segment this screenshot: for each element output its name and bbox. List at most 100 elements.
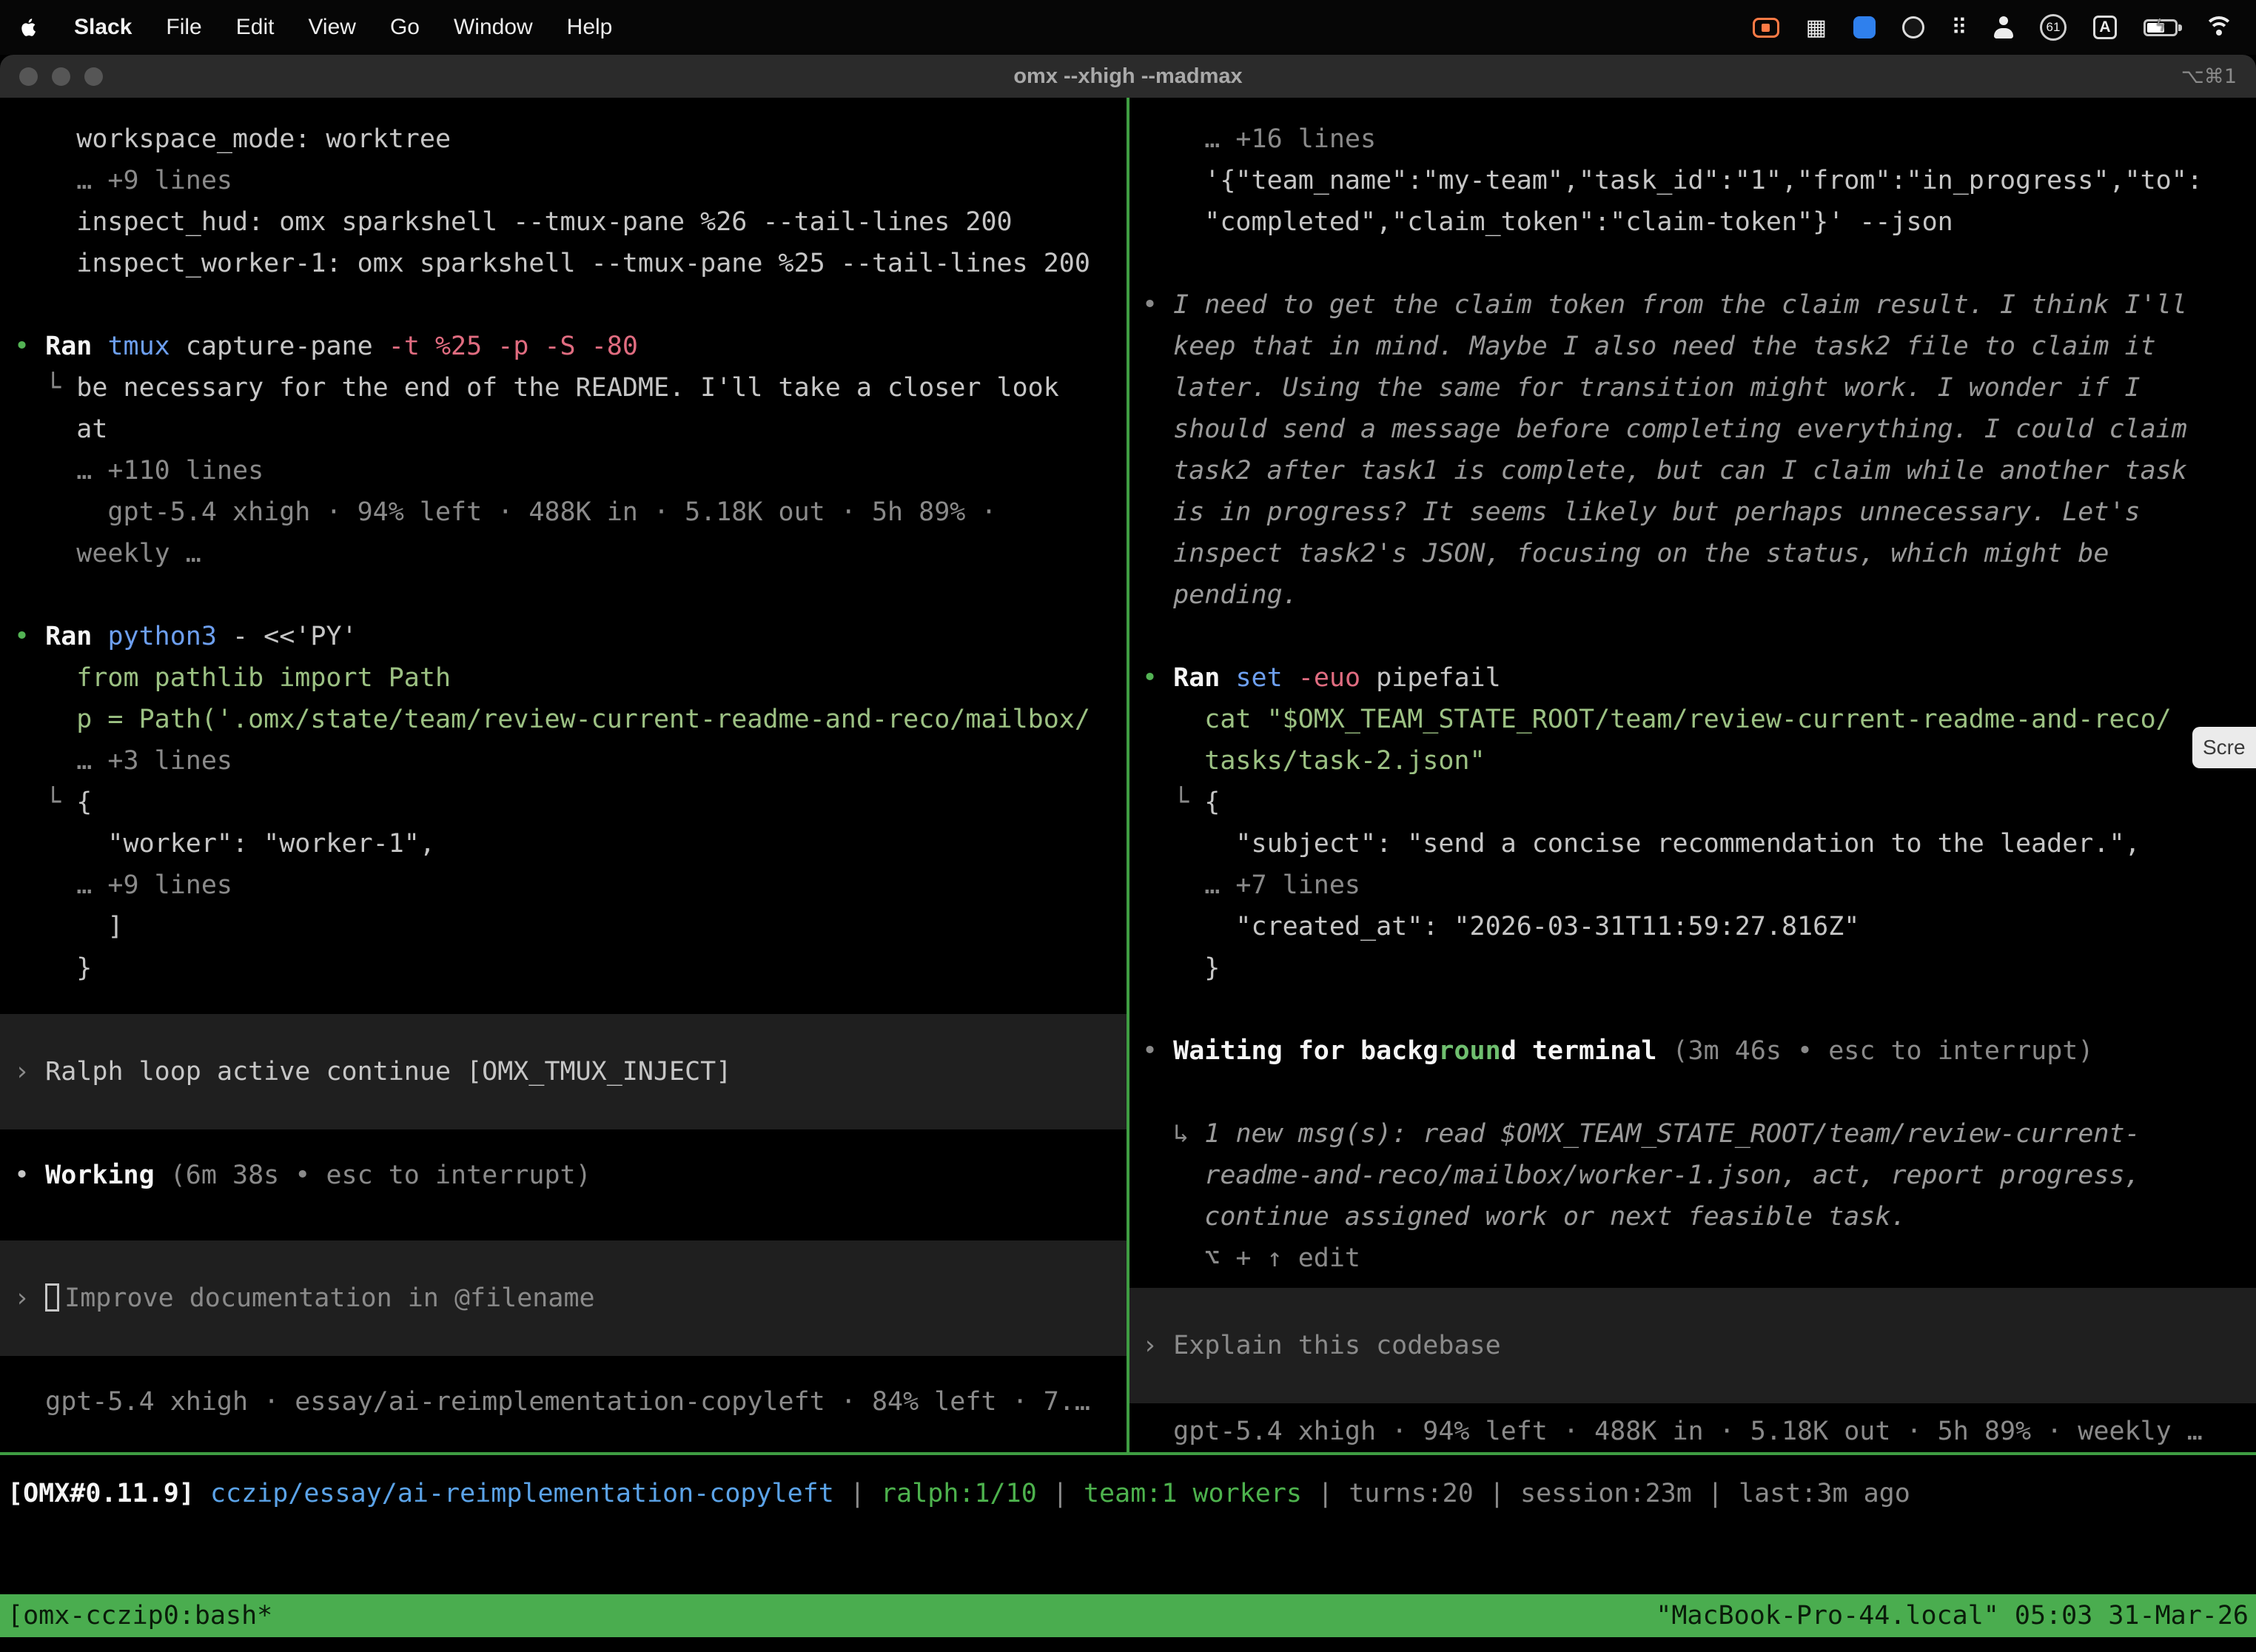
blue-app-icon[interactable] (1853, 16, 1876, 38)
waiting-status: • Waiting for background terminal (3m 46… (1142, 1030, 2256, 1072)
terminal-line: • I need to get the claim token from the… (1142, 284, 2256, 326)
text-segment: Ralph loop active continue [OMX_TMUX_INJ… (45, 1057, 731, 1087)
menu-view[interactable]: View (308, 15, 355, 40)
terminal-line: • Ran set -euo pipefail (1142, 657, 2256, 699)
terminal-line: inspect_worker-1: omx sparkshell --tmux-… (14, 243, 1127, 284)
text-cursor (45, 1283, 59, 1312)
terminal-line: └ be necessary for the end of the README… (14, 367, 1127, 409)
terminal-line: continue assigned work or next feasible … (1142, 1196, 2256, 1238)
text-segment: } (14, 953, 92, 983)
text-segment: should send a message before completing … (1142, 414, 2187, 444)
terminal-line: ] (14, 906, 1127, 947)
terminal-line: ⌥ + ↑ edit (1142, 1238, 2256, 1279)
text-segment: … +3 lines (14, 746, 232, 776)
terminal-line: from pathlib import Path (14, 657, 1127, 699)
person-head (1999, 16, 2008, 25)
terminal-line: … +9 lines (14, 864, 1127, 906)
text-segment: from pathlib import Path (14, 663, 451, 693)
dots-grid-icon[interactable]: ⠿ (1951, 15, 1967, 41)
ralph-loop-banner: › Ralph loop active continue [OMX_TMUX_I… (0, 1014, 1127, 1129)
apple-menu-icon[interactable] (18, 16, 40, 38)
menu-window[interactable]: Window (454, 15, 533, 40)
right-pane[interactable]: … +16 lines '{"team_name":"my-team","tas… (1129, 98, 2256, 1452)
text-segment: later. Using the same for transition mig… (1142, 373, 2141, 403)
omx-status-line: [OMX#0.11.9] cczip/essay/ai-reimplementa… (7, 1473, 2256, 1514)
text-segment: › (14, 1057, 45, 1087)
battery-icon[interactable]: ϟ (2143, 19, 2178, 36)
text-segment: ralph:1/10 (881, 1479, 1037, 1508)
text-segment: Explain this codebase (1173, 1331, 1501, 1360)
text-segment: I need to get the claim token from the c… (1173, 290, 2187, 320)
menu-bar: Slack File Edit View Go Window Help ▦ ⠿ … (0, 0, 2256, 55)
pane-status-line: gpt-5.4 xhigh · essay/ai-reimplementatio… (14, 1381, 1127, 1423)
text-segment: • (1142, 663, 1173, 693)
left-pane[interactable]: workspace_mode: worktree … +9 lines insp… (0, 98, 1127, 1452)
text-segment: weekly … (14, 539, 201, 568)
person-icon[interactable] (1994, 16, 2013, 38)
terminal-line: └ { (14, 782, 1127, 823)
blank-line (1142, 989, 2256, 1030)
text-segment (195, 1479, 210, 1508)
text-segment: • (1142, 1036, 1173, 1066)
terminal-content: workspace_mode: worktree … +9 lines insp… (0, 98, 2256, 1452)
screen-recording-icon[interactable] (1753, 18, 1779, 38)
composer-input[interactable]: › Explain this codebase (1129, 1288, 2256, 1403)
text-segment: be necessary for the end of the README. … (76, 373, 1059, 403)
omx-status-line-text: [OMX#0.11.9] cczip/essay/ai-reimplementa… (7, 1473, 2256, 1514)
app-menu-slack[interactable]: Slack (74, 15, 132, 40)
tmux-session-label[interactable]: [omx-cczip0:bash* (7, 1601, 272, 1631)
text-segment: pipefail (1360, 663, 1501, 693)
close-button[interactable] (19, 67, 38, 86)
text-segment: [OMX#0.11.9] (7, 1479, 195, 1508)
window-title-bar[interactable]: omx --xhigh --madmax ⌥⌘1 (0, 55, 2256, 98)
terminal-line: weekly … (14, 533, 1127, 574)
wifi-icon[interactable] (2204, 16, 2234, 38)
text-segment: "created_at": "2026-03-31T11:59:27.816Z" (1142, 912, 1859, 941)
text-segment: "completed","claim_token":"claim-token"}… (1142, 207, 1953, 237)
screenshot-popup[interactable]: Scre (2192, 727, 2256, 768)
text-segment: is in progress? It seems likely but perh… (1142, 497, 2141, 527)
terminal-line: tasks/task-2.json" (1142, 740, 2256, 782)
text-segment: pending. (1142, 580, 1298, 610)
terminal-line: "subject": "send a concise recommendatio… (1142, 823, 2256, 864)
terminal-line: workspace_mode: worktree (14, 118, 1127, 160)
person-body (1994, 28, 2013, 38)
zoom-button[interactable] (84, 67, 103, 86)
terminal-line: is in progress? It seems likely but perh… (1142, 491, 2256, 533)
round-app-icon[interactable] (1902, 16, 1924, 38)
text-segment: ↳ (1142, 1119, 1204, 1149)
minimize-button[interactable] (52, 67, 70, 86)
input-source-icon[interactable]: A (2093, 16, 2117, 39)
composer-input[interactable]: › Improve documentation in @filename (0, 1240, 1127, 1356)
text-segment: -t %25 -p -S -80 (389, 332, 638, 361)
text-segment: Improve documentation in @filename (64, 1283, 594, 1313)
terminal-line: } (14, 947, 1127, 989)
tmux-status-bar: [omx-cczip0:bash* "MacBook-Pro-44.local"… (0, 1594, 2256, 1637)
text-segment: cat "$OMX_TEAM_STATE_ROOT/team/review-cu… (1142, 705, 2172, 734)
window-shortcut-hint: ⌥⌘1 (2181, 65, 2237, 88)
text-segment: continue assigned work or next feasible … (1142, 1202, 1907, 1232)
text-segment: { (1204, 788, 1220, 817)
menu-edit[interactable]: Edit (236, 15, 275, 40)
terminal-line: … +9 lines (14, 160, 1127, 201)
text-segment: • (14, 332, 45, 361)
terminal-line: should send a message before completing … (1142, 409, 2256, 450)
text-segment: p = Path('.omx/state/team/review-current… (14, 705, 1090, 734)
terminal-line: "created_at": "2026-03-31T11:59:27.816Z" (1142, 906, 2256, 947)
record-stop-square (1762, 24, 1770, 32)
text-segment: tmux (107, 332, 169, 361)
text-segment: › (1142, 1331, 1173, 1360)
menu-go[interactable]: Go (390, 15, 420, 40)
grid-icon[interactable]: ▦ (1806, 15, 1827, 41)
text-segment: -euo (1298, 663, 1360, 693)
text-segment: • (14, 622, 45, 651)
text-segment: › (14, 1283, 45, 1313)
menu-help[interactable]: Help (567, 15, 613, 40)
text-segment: ] (14, 912, 124, 941)
terminal-line: … +7 lines (1142, 864, 2256, 906)
blank-line (14, 284, 1127, 326)
terminal-line: pending. (1142, 574, 2256, 616)
menu-file[interactable]: File (166, 15, 201, 40)
battery-percent-icon[interactable]: 61 (2040, 14, 2067, 41)
terminal-line: readme-and-reco/mailbox/worker-1.json, a… (1142, 1155, 2256, 1196)
